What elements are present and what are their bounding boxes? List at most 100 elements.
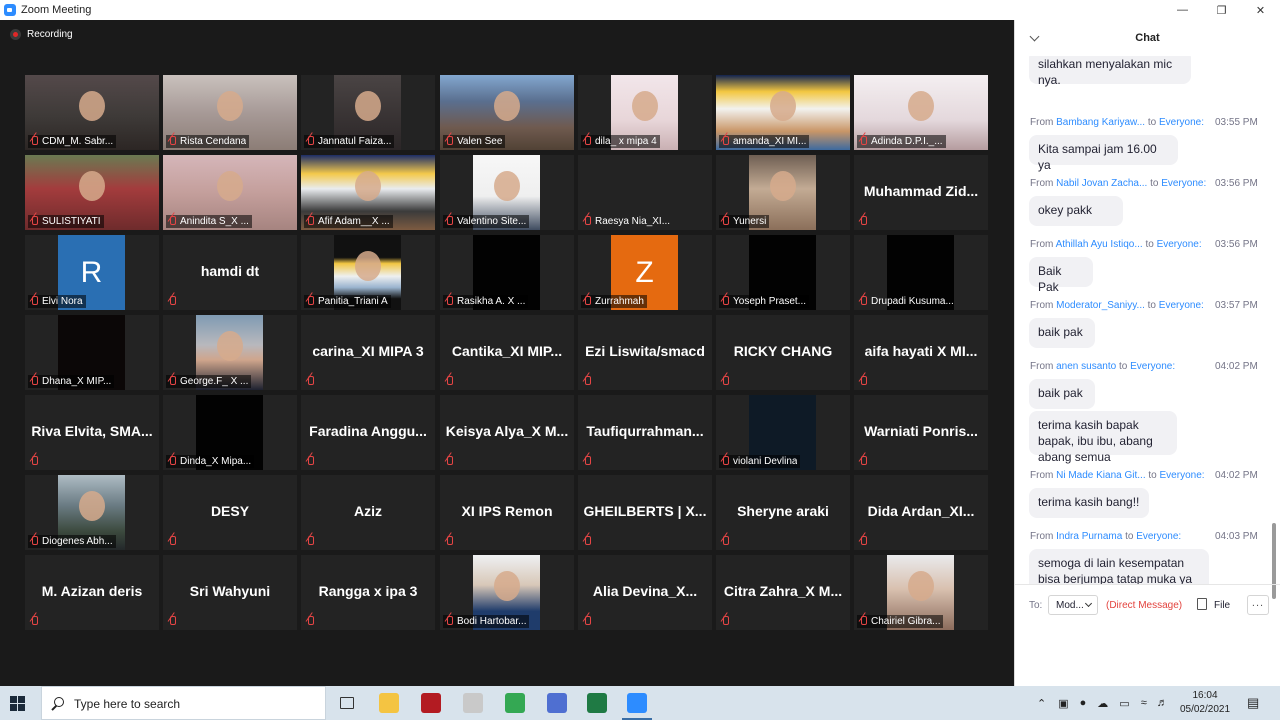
participant-tile[interactable]: R Elvi Nora bbox=[25, 235, 159, 310]
participant-tile[interactable]: Raesya Nia_XI... bbox=[578, 155, 712, 230]
participant-name: CDM_M. Sabr... bbox=[42, 136, 114, 147]
participant-tile[interactable]: Alia Devina_X... bbox=[578, 555, 712, 630]
participant-tile[interactable]: Chairiel Gibra... bbox=[854, 555, 988, 630]
recipient-name[interactable]: Everyone: bbox=[1159, 300, 1204, 311]
participant-tile[interactable]: Valen See bbox=[440, 75, 574, 150]
participant-tile[interactable]: Dida Ardan_XI... bbox=[854, 475, 988, 550]
participant-tile[interactable]: Drupadi Kusuma... bbox=[854, 235, 988, 310]
maximize-button[interactable]: ❐ bbox=[1202, 0, 1241, 20]
participant-tile[interactable]: Aziz bbox=[301, 475, 435, 550]
more-options-button[interactable]: ... bbox=[1247, 595, 1269, 615]
chat-message-header: From Athillah Ayu Istiqo... to Everyone:… bbox=[1030, 239, 1258, 250]
sender-name[interactable]: Ni Made Kiana Git... bbox=[1056, 470, 1145, 481]
file-icon[interactable] bbox=[1197, 598, 1207, 610]
sender-name[interactable]: Indra Purnama bbox=[1056, 531, 1122, 542]
chat-scrollbar-thumb[interactable] bbox=[1272, 523, 1276, 599]
participant-tile[interactable]: GHEILBERTS | X... bbox=[578, 475, 712, 550]
minimize-button[interactable]: — bbox=[1163, 0, 1202, 20]
recipient-name[interactable]: Everyone: bbox=[1161, 178, 1206, 189]
taskbar-excel-button[interactable] bbox=[576, 686, 618, 720]
participant-tile[interactable]: Rasikha A. X ... bbox=[440, 235, 574, 310]
show-hidden-icons-icon[interactable]: ⌃ bbox=[1037, 697, 1046, 710]
taskbar-zoom-button[interactable] bbox=[616, 686, 658, 720]
participant-name-bar: CDM_M. Sabr... bbox=[28, 135, 117, 148]
participant-tile[interactable]: Valentino Site... bbox=[440, 155, 574, 230]
participant-tile[interactable]: amanda_XI MI... bbox=[716, 75, 850, 150]
participant-tile[interactable]: Keisya Alya_X M... bbox=[440, 395, 574, 470]
taskbar-chrome-button[interactable] bbox=[494, 686, 536, 720]
participant-tile[interactable]: Panitia_Triani A bbox=[301, 235, 435, 310]
participant-tile[interactable]: Dhana_X MIP... bbox=[25, 315, 159, 390]
participant-tile[interactable]: hamdi dt bbox=[163, 235, 297, 310]
recipient-name[interactable]: Everyone: bbox=[1136, 531, 1181, 542]
taskbar-file-explorer-button[interactable] bbox=[368, 686, 410, 720]
participant-name-bar bbox=[443, 375, 457, 388]
participant-name-bar bbox=[443, 535, 457, 548]
sender-name[interactable]: anen susanto bbox=[1056, 361, 1116, 372]
recording-indicator[interactable]: Recording bbox=[10, 29, 73, 40]
participant-tile[interactable]: dila_ x mipa 4 bbox=[578, 75, 712, 150]
participant-tile[interactable]: Jannatul Faiza... bbox=[301, 75, 435, 150]
taskbar-clock[interactable]: 16:04 05/02/2021 bbox=[1175, 689, 1235, 717]
participant-tile[interactable]: CDM_M. Sabr... bbox=[25, 75, 159, 150]
taskbar-app-art-button[interactable] bbox=[452, 686, 494, 720]
recipient-name[interactable]: Everyone: bbox=[1159, 117, 1204, 128]
taskbar-task-view-button[interactable] bbox=[326, 686, 368, 720]
participant-tile[interactable]: Yoseph Praset... bbox=[716, 235, 850, 310]
participant-tile[interactable]: Faradina Anggu... bbox=[301, 395, 435, 470]
meet-now-icon[interactable]: ▣ bbox=[1058, 697, 1068, 710]
participant-tile[interactable]: Diogenes Abh... bbox=[25, 475, 159, 550]
recipient-dropdown[interactable]: Mod... bbox=[1048, 595, 1098, 615]
participant-tile[interactable]: Adinda D.P.I._... bbox=[854, 75, 988, 150]
file-button[interactable]: File bbox=[1214, 600, 1230, 611]
participant-name: amanda_XI MI... bbox=[733, 136, 807, 147]
recipient-name[interactable]: Everyone: bbox=[1160, 470, 1205, 481]
close-button[interactable]: ✕ bbox=[1241, 0, 1280, 20]
volume-icon[interactable]: ♬ bbox=[1157, 697, 1168, 709]
participant-tile[interactable]: Rista Cendana bbox=[163, 75, 297, 150]
taskbar-app-red-button[interactable] bbox=[410, 686, 452, 720]
participant-tile[interactable]: Muhammad Zid... bbox=[854, 155, 988, 230]
sender-name[interactable]: Nabil Jovan Zacha... bbox=[1056, 178, 1147, 189]
participant-tile[interactable]: carina_XI MIPA 3 bbox=[301, 315, 435, 390]
participant-tile[interactable]: Anindita S_X ... bbox=[163, 155, 297, 230]
participant-tile[interactable]: Warniati Ponris... bbox=[854, 395, 988, 470]
participant-tile[interactable]: Ezi Liswita/smacd bbox=[578, 315, 712, 390]
sender-name[interactable]: Bambang Kariyaw... bbox=[1056, 117, 1145, 128]
participant-tile[interactable]: George.F_ X ... bbox=[163, 315, 297, 390]
participant-tile[interactable]: DESY bbox=[163, 475, 297, 550]
participant-name: violani Devlina bbox=[733, 456, 798, 467]
taskbar-snip-button[interactable] bbox=[536, 686, 578, 720]
onedrive-icon[interactable]: ☁ bbox=[1097, 697, 1108, 710]
participant-tile[interactable]: violani Devlina bbox=[716, 395, 850, 470]
start-button[interactable] bbox=[10, 696, 26, 712]
participant-tile[interactable]: Sheryne araki bbox=[716, 475, 850, 550]
meeting-area: Recording CDM_M. Sabr... Rista Cendana Jan… bbox=[0, 20, 1014, 686]
participant-tile[interactable]: M. Azizan deris bbox=[25, 555, 159, 630]
battery-icon[interactable]: ▭ bbox=[1119, 697, 1129, 710]
participant-display-name: Ezi Liswita/smacd bbox=[585, 343, 705, 359]
participant-tile[interactable]: Rangga x ipa 3 bbox=[301, 555, 435, 630]
participant-tile[interactable]: Afif Adam__X ... bbox=[301, 155, 435, 230]
participant-tile[interactable]: Yunersi bbox=[716, 155, 850, 230]
participant-tile[interactable]: Dinda_X Mipa... bbox=[163, 395, 297, 470]
participant-tile[interactable]: XI IPS Remon bbox=[440, 475, 574, 550]
participant-tile[interactable]: Sri Wahyuni bbox=[163, 555, 297, 630]
participant-tile[interactable]: Citra Zahra_X M... bbox=[716, 555, 850, 630]
participant-tile[interactable]: RICKY CHANG bbox=[716, 315, 850, 390]
recipient-name[interactable]: Everyone: bbox=[1130, 361, 1175, 372]
sender-name[interactable]: Moderator_Saniyy... bbox=[1056, 300, 1145, 311]
participant-tile[interactable]: Z Zurrahmah bbox=[578, 235, 712, 310]
participant-tile[interactable]: Cantika_XI MIP... bbox=[440, 315, 574, 390]
microphone-icon[interactable]: ● bbox=[1080, 697, 1087, 709]
participant-tile[interactable]: SULISTIYATI bbox=[25, 155, 159, 230]
recipient-name[interactable]: Everyone: bbox=[1157, 239, 1202, 250]
notifications-icon[interactable]: ▤ bbox=[1247, 686, 1259, 720]
participant-tile[interactable]: Taufiqurrahman... bbox=[578, 395, 712, 470]
participant-tile[interactable]: aifa hayati X MI... bbox=[854, 315, 988, 390]
participant-tile[interactable]: Bodi Hartobar... bbox=[440, 555, 574, 630]
taskbar-search-box[interactable]: Type here to search bbox=[41, 686, 326, 720]
participant-tile[interactable]: Riva Elvita, SMA... bbox=[25, 395, 159, 470]
sender-name[interactable]: Athillah Ayu Istiqo... bbox=[1056, 239, 1143, 250]
wifi-icon[interactable]: ≈ bbox=[1141, 697, 1147, 709]
